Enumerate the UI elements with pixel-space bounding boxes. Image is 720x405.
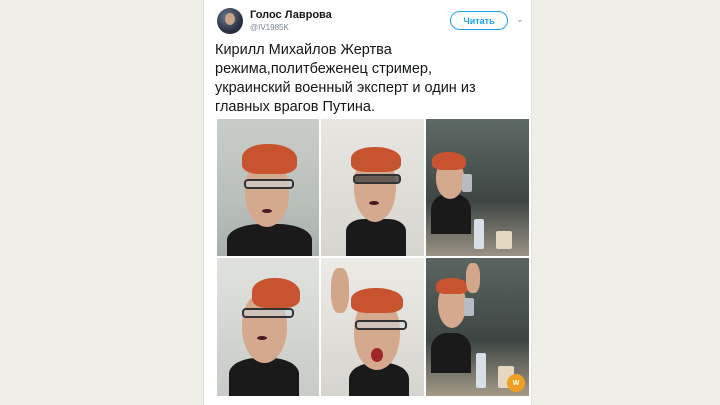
chevron-down-icon[interactable]: ⌄ bbox=[516, 14, 524, 25]
tweet-text-line: режима,политбеженец стример, bbox=[215, 61, 433, 77]
photo-6[interactable]: W bbox=[426, 258, 529, 396]
photo-2[interactable] bbox=[321, 119, 424, 256]
watermark-logo: W bbox=[507, 374, 525, 392]
author-name[interactable]: Голос Лаврова bbox=[250, 9, 332, 21]
tweet-text: Кирилл Михайлов Жертва режима,политбежен… bbox=[215, 41, 521, 117]
photo-3[interactable] bbox=[426, 119, 529, 256]
photo-1[interactable] bbox=[217, 119, 319, 256]
tweet-card: Голос Лаврова @IV1985K Читать ⌄ Кирилл М… bbox=[203, 0, 532, 405]
tweet-text-line: украинский военный эксперт и один из bbox=[215, 80, 476, 96]
follow-button[interactable]: Читать bbox=[450, 11, 508, 30]
photo-5[interactable] bbox=[321, 258, 424, 396]
avatar[interactable] bbox=[217, 8, 243, 34]
tweet-text-line: главных врагов Путина. bbox=[215, 99, 376, 115]
photo-4[interactable] bbox=[217, 258, 319, 396]
photo-grid: W bbox=[217, 119, 529, 396]
author-handle[interactable]: @IV1985K bbox=[250, 23, 289, 32]
tweet-text-line: Кирилл Михайлов Жертва bbox=[215, 42, 392, 58]
